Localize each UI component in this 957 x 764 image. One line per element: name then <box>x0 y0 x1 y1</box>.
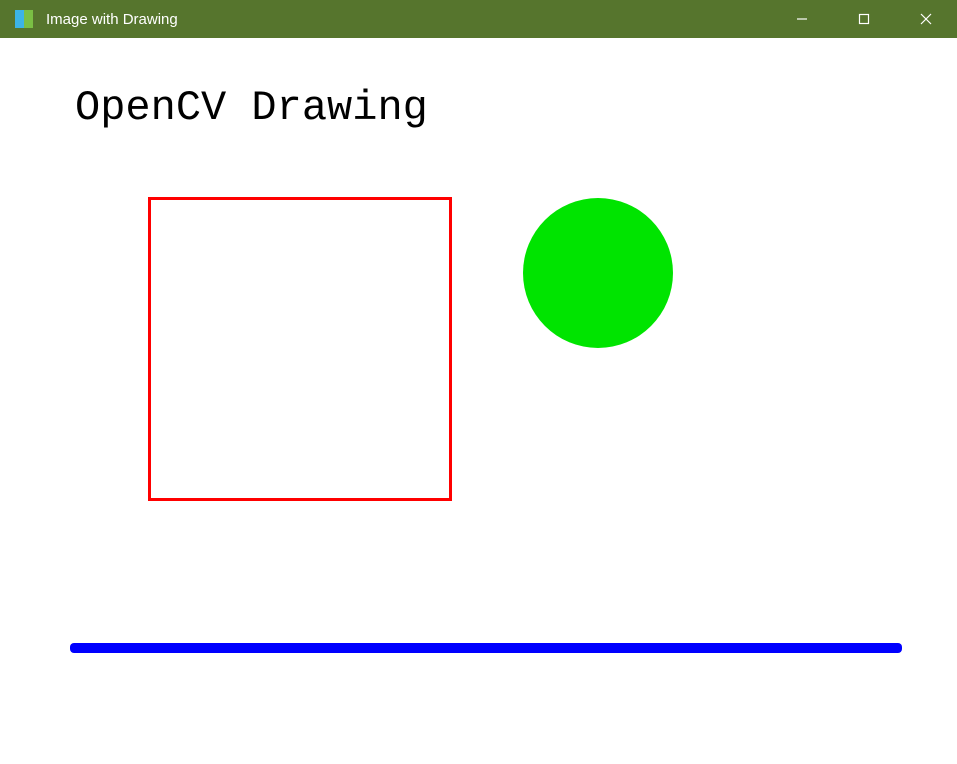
close-button[interactable] <box>895 0 957 38</box>
circle-shape <box>523 198 673 348</box>
canvas-heading: OpenCV Drawing <box>75 84 428 132</box>
titlebar: Image with Drawing <box>0 0 957 38</box>
minimize-button[interactable] <box>771 0 833 38</box>
window-controls <box>771 0 957 38</box>
maximize-button[interactable] <box>833 0 895 38</box>
window-title: Image with Drawing <box>46 11 771 28</box>
canvas-area: OpenCV Drawing <box>0 38 957 764</box>
rectangle-shape <box>148 197 452 501</box>
line-shape <box>70 643 902 653</box>
app-icon <box>12 7 36 31</box>
